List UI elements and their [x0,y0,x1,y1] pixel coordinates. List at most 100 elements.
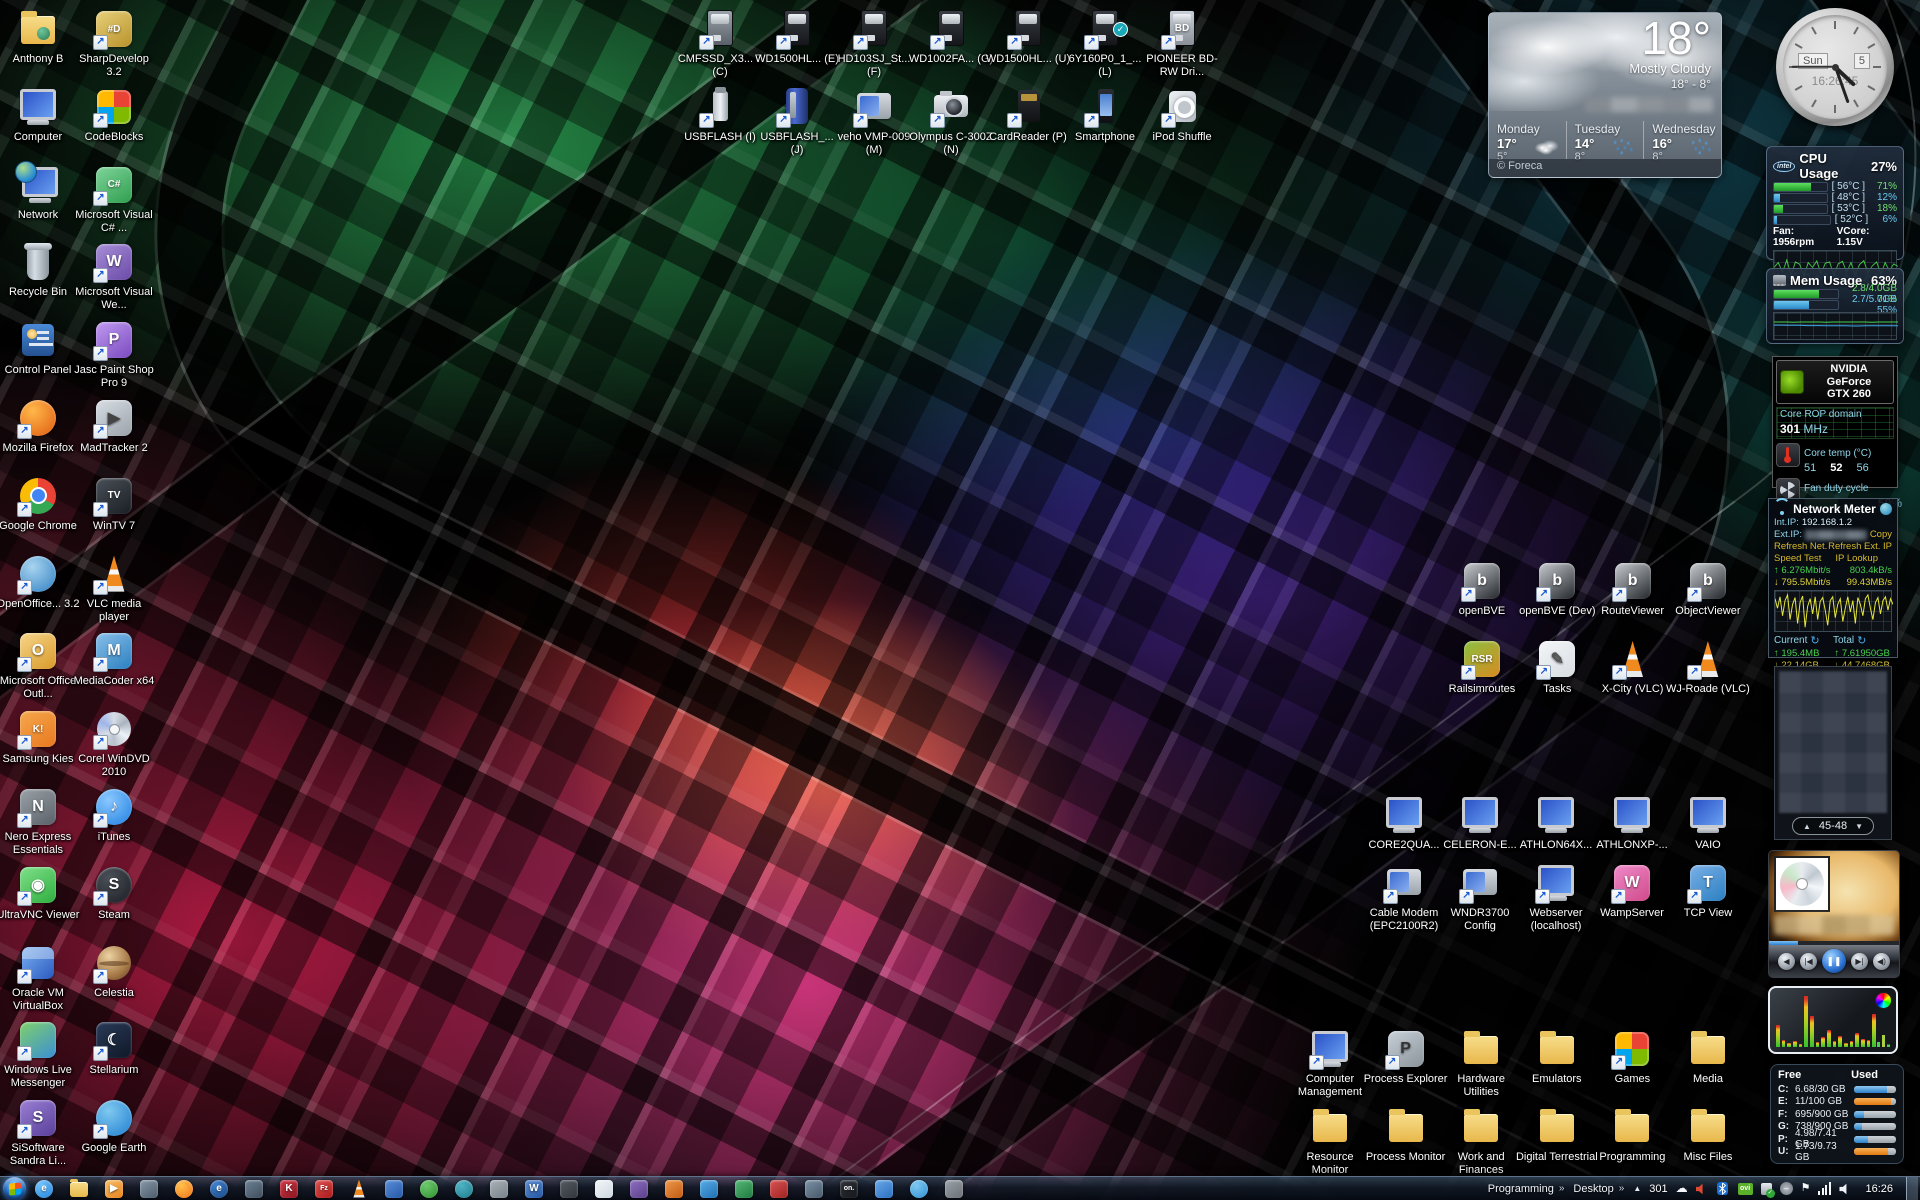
desktop-icon-core2qua[interactable]: CORE2QUA... [1361,794,1447,852]
desktop-icon-sharpdevelop-3-2[interactable]: #DSharpDevelop 3.2 [71,8,157,79]
tray-eject[interactable]: – [1780,1182,1793,1195]
desktop-icon-network[interactable]: Network [0,164,81,222]
weather-gadget[interactable]: 18° Mostly Cloudy 18° - 8° Monday17°5°Tu… [1488,12,1722,178]
desktop-icon-google-earth[interactable]: Google Earth [71,1097,157,1155]
cpu-usage-gadget[interactable]: intel CPU Usage 27% [ 56°C ]71%[ 48°C ]1… [1766,146,1904,260]
desktop-icon-wd1002fa-g[interactable]: WD1002FA... (G) [908,8,994,66]
desktop-icon-hd103sj-st-f[interactable]: HD103SJ_St... (F) [831,8,917,79]
tray-volume-muted[interactable] [1696,1182,1709,1195]
toolbar-desktop[interactable]: Desktop» [1573,1183,1624,1195]
toolbar-programming[interactable]: Programming» [1488,1183,1565,1195]
taskbar-vlc[interactable] [349,1179,369,1199]
audio-spectrum-gadget[interactable] [1768,986,1898,1054]
media-previous-button[interactable]: |◀ [1800,953,1817,970]
desktop-icon-wj-roade-vlc[interactable]: WJ-Roade (VLC) [1665,638,1751,696]
tray-temp[interactable]: 301 [1649,1183,1667,1195]
taskbar-app[interactable] [909,1179,929,1199]
media-back-button[interactable]: ◀ [1778,953,1795,970]
pager-up-icon[interactable]: ▲ [1803,822,1811,831]
desktop-icon-cardreader-p[interactable]: CardReader (P) [985,86,1071,144]
desktop-icon-microsoft-visual-c[interactable]: C#Microsoft Visual C# ... [71,164,157,235]
desktop-icon-steam[interactable]: SSteam [71,864,157,922]
refresh-net-link[interactable]: Refresh Net. [1774,541,1827,552]
desktop-icon-microsoft-visual-we[interactable]: WMicrosoft Visual We... [71,241,157,312]
tray-network[interactable] [1818,1182,1831,1195]
desktop-icon-sisoftware-sandra-li[interactable]: SSiSoftware Sandra Li... [0,1097,81,1168]
desktop-icon-smartphone[interactable]: Smartphone [1062,86,1148,144]
clock-gadget[interactable]: Sun 5 16:26:45 [1776,8,1894,126]
desktop-icon-codeblocks[interactable]: CodeBlocks [71,86,157,144]
desktop-icon-wd1500hl-e[interactable]: WD1500HL... (E) [754,8,840,66]
color-wheel-icon[interactable] [1875,992,1892,1009]
desktop-icon-olympus-c-300z-n[interactable]: Olympus C-300Z (N) [908,86,994,157]
taskbar-app[interactable] [454,1179,474,1199]
taskbar-media-player[interactable]: ▶ [104,1179,124,1199]
desktop-icon-veho-vmp-009-m[interactable]: veho VMP-009 (M) [831,86,917,157]
refresh-ext-ip-link[interactable]: Refresh Ext. IP [1828,541,1892,552]
refresh-current-icon[interactable]: ↻ [1810,634,1819,647]
refresh-total-icon[interactable]: ↻ [1857,634,1866,647]
desktop-icon-vaio[interactable]: VAIO [1665,794,1751,852]
pager-control[interactable]: ▲ 45-48 ▼ [1792,817,1874,835]
desktop-icon-openbve[interactable]: bopenBVE [1439,560,1525,618]
desktop-icon-wintv-7[interactable]: TVWinTV 7 [71,475,157,533]
pager-gadget[interactable]: ▲ 45-48 ▼ [1774,666,1892,840]
taskbar-kmplayer[interactable]: K [279,1179,299,1199]
taskbar-app[interactable] [629,1179,649,1199]
desktop-icon-mediacoder-x64[interactable]: MMediaCoder x64 [71,630,157,688]
taskbar-app[interactable] [139,1179,159,1199]
desktop-icon-celestia[interactable]: Celestia [71,942,157,1000]
network-meter-gadget[interactable]: Network Meter Int.IP: 192.168.1.2 Ext.IP… [1768,498,1898,658]
desktop-icon-programming[interactable]: Programming [1589,1106,1675,1164]
desktop-icon-mozilla-firefox[interactable]: Mozilla Firefox [0,397,81,455]
taskbar-app[interactable] [664,1179,684,1199]
desktop-icon-athlonxp[interactable]: ATHLONXP-... [1589,794,1675,852]
desktop-icon-games[interactable]: Games [1589,1028,1675,1086]
desktop-icon-jasc-paint-shop-pro-9[interactable]: PJasc Paint Shop Pro 9 [71,319,157,390]
desktop-icon-work-and-finances[interactable]: Work and Finances [1438,1106,1524,1177]
desktop-icon-railsimroutes[interactable]: RSRRailsimroutes [1439,638,1525,696]
drive-space-gadget[interactable]: Free Used C:6.68/30 GBE:11/100 GBF:695/9… [1770,1064,1904,1164]
pager-down-icon[interactable]: ▼ [1855,822,1863,831]
media-volume-button[interactable]: ◀) [1873,953,1890,970]
desktop-icon-microsoft-office-outl[interactable]: OMicrosoft Office Outl... [0,630,81,701]
tray-ovi[interactable]: ovi [1738,1183,1753,1195]
taskbar-word[interactable]: W [524,1179,544,1199]
desktop-icon-pioneer-bd-rw-dri[interactable]: BDPIONEER BD-RW Dri... [1139,8,1225,79]
media-player-gadget[interactable]: ◀ |◀ ❚❚ ▶| ◀) [1768,850,1900,978]
taskbar-browser[interactable]: e [209,1179,229,1199]
desktop-icon-usbflash-i[interactable]: USBFLASH (I) [677,86,763,144]
desktop-icon-6y160p0-1-l[interactable]: ✓6Y160P0_1_... (L) [1062,8,1148,79]
desktop-icon-stellarium[interactable]: ☾Stellarium [71,1019,157,1077]
tray-action-center-flag[interactable]: ⚑ [1801,1182,1811,1195]
taskbar-app[interactable] [419,1179,439,1199]
desktop-icon-objectviewer[interactable]: bObjectViewer [1665,560,1751,618]
tray-cloud[interactable]: ☁ [1676,1182,1688,1195]
desktop-icon-tcp-view[interactable]: TTCP View [1665,862,1751,920]
taskbar-app[interactable] [944,1179,964,1199]
copy-link[interactable]: Copy [1870,529,1892,540]
desktop-icon-computer-management[interactable]: Computer Management [1287,1028,1373,1099]
desktop-icon-usbflash-j[interactable]: USBFLASH_... (J) [754,86,840,157]
speed-test-link[interactable]: Speed Test [1774,553,1821,564]
desktop-icon-google-chrome[interactable]: Google Chrome [0,475,81,533]
start-button[interactable] [3,1177,26,1200]
ip-lookup-link[interactable]: IP Lookup [1835,553,1878,564]
gpu-monitor-gadget[interactable]: NVIDIA GeForce GTX 260 Core ROP domain 3… [1772,356,1898,488]
taskbar-app[interactable] [769,1179,789,1199]
chevron-icon[interactable]: » [1619,1183,1625,1194]
desktop-icon-wampserver[interactable]: WWampServer [1589,862,1675,920]
desktop-icon-oracle-vm-virtualbox[interactable]: Oracle VM VirtualBox [0,942,81,1013]
taskbar-clock[interactable]: 16:26 [1861,1183,1897,1195]
taskbar-filezilla[interactable]: Fz [314,1179,334,1199]
desktop-icon-wd1500hl-u[interactable]: WD1500HL... (U) [985,8,1071,66]
desktop-icon-samsung-kies[interactable]: K!Samsung Kies [0,708,81,766]
taskbar-app[interactable] [489,1179,509,1199]
desktop-icon-media[interactable]: Media [1665,1028,1751,1086]
desktop-icon-celeron-e[interactable]: CELERON-E... [1437,794,1523,852]
desktop-icon-openoffice-3-2[interactable]: OpenOffice... 3.2 [0,553,81,611]
chevron-icon[interactable]: » [1559,1183,1565,1194]
desktop-icon-wndr3700-config[interactable]: WNDR3700 Config [1437,862,1523,933]
desktop-icon-webserver-localhost[interactable]: Webserver (localhost) [1513,862,1599,933]
taskbar-notepad[interactable] [594,1179,614,1199]
